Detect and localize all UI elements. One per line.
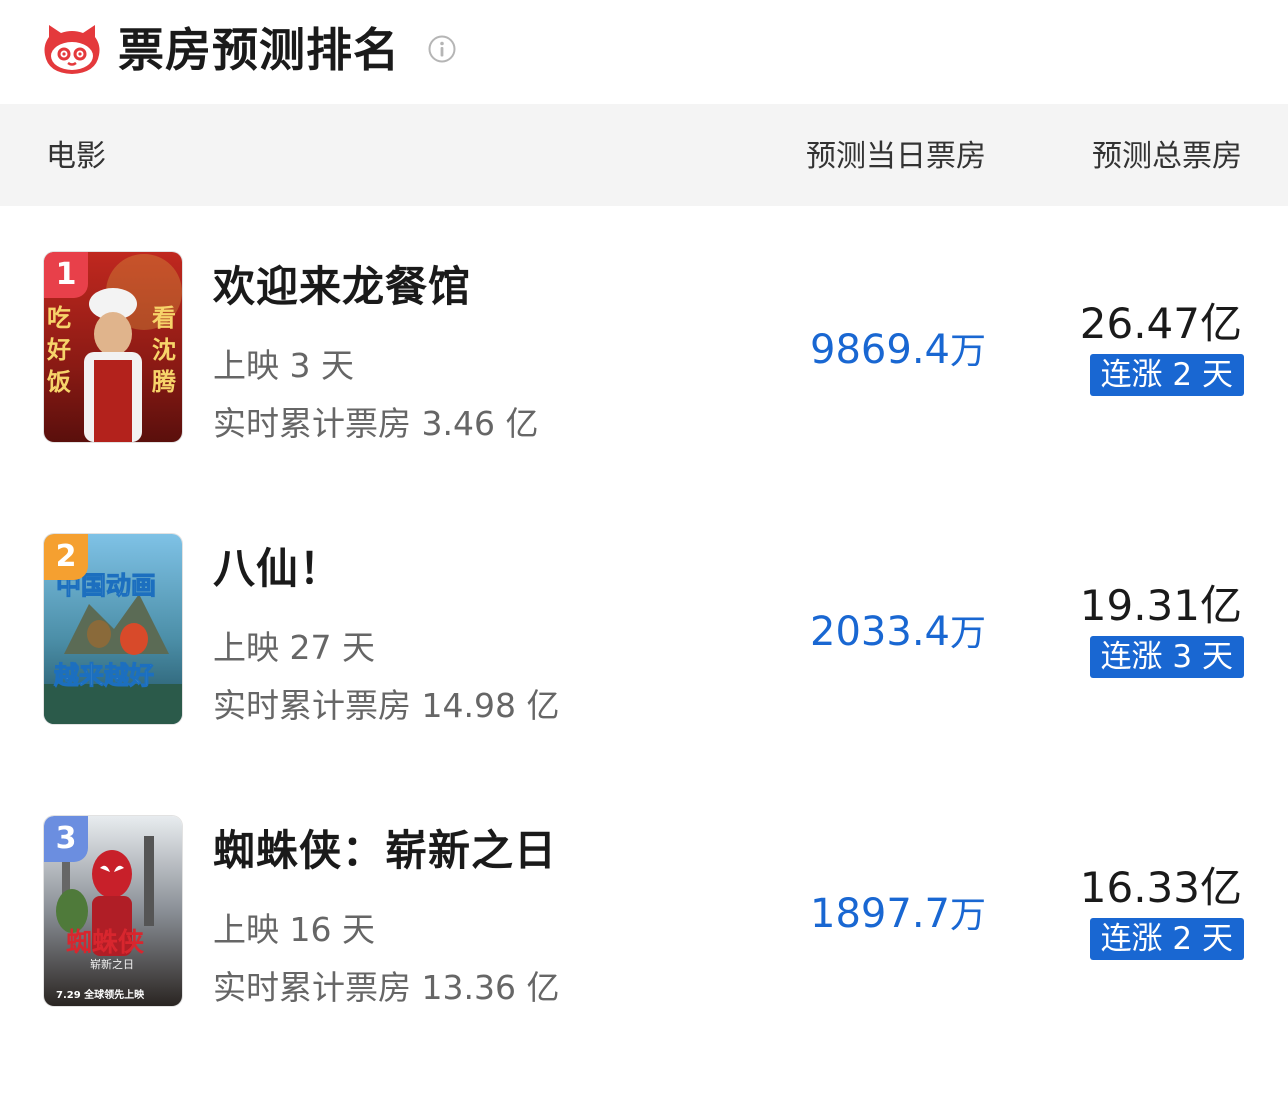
- daily-forecast-unit: 万: [949, 331, 986, 372]
- poster-text-left-2: 好: [46, 336, 71, 364]
- total-forecast: 26.47亿: [1079, 299, 1242, 348]
- page-title: 票房预测排名: [118, 23, 400, 77]
- movie-row[interactable]: 蜘蛛侠 崭新之日 7.29 全球领先上映 3 蜘蛛侠：崭新之日 上映 16 天 …: [0, 816, 1288, 1098]
- daily-forecast: 9869.4万: [810, 324, 986, 378]
- streak-badge: 连涨 2 天: [1089, 354, 1244, 396]
- column-header-bar: 电影 预测当日票房 预测总票房: [0, 104, 1288, 206]
- movie-row[interactable]: 中国动画 越来越好 2 八仙！ 上映 27 天 实时累计票房 14.98 亿 2…: [0, 534, 1288, 816]
- release-days: 上映 16 天: [213, 910, 375, 949]
- poster-text-left-3: 饭: [47, 368, 71, 396]
- rank-badge: 2: [44, 534, 88, 580]
- movie-title[interactable]: 蜘蛛侠：崭新之日: [213, 824, 557, 878]
- daily-forecast-value: 9869.4: [810, 327, 950, 373]
- daily-forecast: 1897.7万: [810, 888, 986, 942]
- daily-forecast-unit: 万: [949, 895, 986, 936]
- movie-row[interactable]: 吃 好 饭 看 沈 腾 1 欢迎来龙餐馆 上映 3 天 实时累计票房 3.46 …: [0, 252, 1288, 534]
- daily-forecast-unit: 万: [949, 613, 986, 654]
- cumulative-box-office: 实时累计票房 13.36 亿: [213, 968, 560, 1007]
- daily-forecast: 2033.4万: [810, 606, 986, 660]
- poster-date: 7.29 全球领先上映: [56, 988, 145, 1001]
- poster-title: 蜘蛛侠: [66, 927, 145, 958]
- poster-text-left-1: 吃: [47, 304, 71, 332]
- poster-text-right-2: 沈: [152, 336, 176, 364]
- rank-badge: 3: [44, 816, 88, 862]
- movie-poster[interactable]: 吃 好 饭 看 沈 腾 1: [44, 252, 182, 442]
- poster-subtitle: 崭新之日: [90, 957, 134, 971]
- column-header-total-forecast[interactable]: 预测总票房: [1092, 137, 1242, 177]
- movie-title[interactable]: 八仙！: [213, 542, 342, 596]
- poster-text-right-3: 腾: [152, 368, 177, 396]
- total-forecast: 16.33亿: [1079, 863, 1242, 912]
- daily-forecast-value: 2033.4: [810, 609, 950, 655]
- movie-title[interactable]: 欢迎来龙餐馆: [213, 260, 471, 314]
- maoyan-cat-logo-icon: [44, 25, 100, 74]
- daily-forecast-value: 1897.7: [810, 891, 950, 937]
- column-header-movie: 电影: [46, 139, 106, 174]
- streak-badge: 连涨 3 天: [1089, 636, 1244, 678]
- cumulative-box-office: 实时累计票房 3.46 亿: [213, 404, 539, 443]
- poster-text-bottom: 越来越好: [54, 661, 154, 690]
- rank-badge: 1: [44, 252, 88, 298]
- release-days: 上映 27 天: [213, 628, 375, 667]
- info-icon[interactable]: [428, 35, 456, 63]
- poster-text-right-1: 看: [152, 304, 176, 332]
- movie-poster[interactable]: 中国动画 越来越好 2: [44, 534, 182, 724]
- streak-badge: 连涨 2 天: [1089, 918, 1244, 960]
- cumulative-box-office: 实时累计票房 14.98 亿: [213, 686, 560, 725]
- page-header: 票房预测排名: [0, 0, 1288, 104]
- release-days: 上映 3 天: [213, 346, 354, 385]
- total-forecast: 19.31亿: [1079, 581, 1242, 630]
- movie-poster[interactable]: 蜘蛛侠 崭新之日 7.29 全球领先上映 3: [44, 816, 182, 1006]
- column-header-daily-forecast[interactable]: 预测当日票房: [806, 137, 986, 177]
